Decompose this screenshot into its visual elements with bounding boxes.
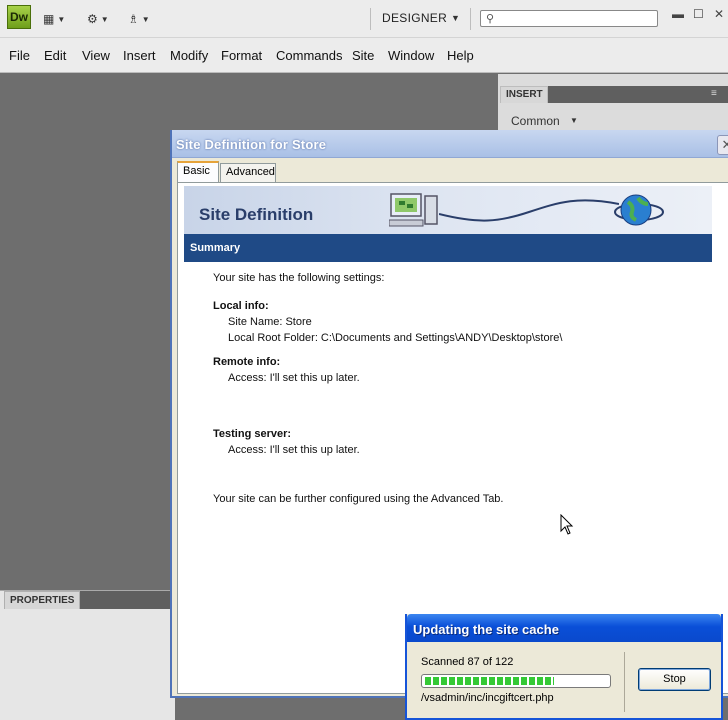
maximize-button[interactable]: ☐ bbox=[693, 7, 704, 21]
layout-icon: ▦ bbox=[43, 12, 55, 26]
progress-bar bbox=[421, 674, 611, 688]
properties-panel-tab[interactable]: PROPERTIES bbox=[4, 591, 80, 609]
testing-access-text: Access: I'll set this up later. bbox=[228, 444, 360, 456]
minimize-button[interactable]: ▬ bbox=[672, 7, 684, 21]
menu-commands[interactable]: Commands bbox=[276, 48, 342, 63]
menu-format[interactable]: Format bbox=[221, 48, 262, 63]
local-root-text: Local Root Folder: C:\Documents and Sett… bbox=[228, 332, 563, 344]
toolbar-divider bbox=[470, 8, 471, 30]
properties-panel-header bbox=[80, 591, 175, 609]
workspace-switcher[interactable]: DESIGNER bbox=[382, 11, 447, 25]
menu-window[interactable]: Window bbox=[388, 48, 434, 63]
search-icon: ⚲ bbox=[486, 13, 495, 25]
chevron-down-icon: ▼ bbox=[57, 14, 66, 24]
insert-category-select[interactable]: Common bbox=[511, 114, 560, 128]
cache-dialog-title: Updating the site cache bbox=[413, 622, 559, 637]
insert-panel-header bbox=[548, 86, 728, 103]
stop-button[interactable]: Stop bbox=[638, 668, 711, 691]
dialog-title: Site Definition for Store bbox=[176, 137, 327, 152]
banner-title: Site Definition bbox=[199, 205, 314, 224]
layout-button[interactable]: ▦ ▼ bbox=[43, 10, 65, 28]
tab-basic[interactable]: Basic bbox=[177, 161, 219, 182]
dreamweaver-logo: Dw bbox=[7, 5, 31, 29]
menu-edit[interactable]: Edit bbox=[44, 48, 66, 63]
menu-view[interactable]: View bbox=[82, 48, 110, 63]
menu-insert[interactable]: Insert bbox=[123, 48, 156, 63]
globe-icon bbox=[614, 194, 664, 226]
menu-modify[interactable]: Modify bbox=[170, 48, 208, 63]
menu-file[interactable]: File bbox=[9, 48, 30, 63]
panel-menu-icon[interactable]: ≡ bbox=[711, 88, 717, 99]
menu-help[interactable]: Help bbox=[447, 48, 474, 63]
chevron-down-icon: ▼ bbox=[141, 14, 150, 24]
mouse-cursor-icon bbox=[560, 514, 574, 535]
site-definition-banner: Site Definition bbox=[184, 186, 712, 234]
toolbar-divider bbox=[370, 8, 371, 30]
menu-site[interactable]: Site bbox=[352, 48, 374, 63]
properties-panel bbox=[0, 590, 175, 720]
site-definition-dialog: Site Definition for Store ✕ Basic Advanc… bbox=[170, 130, 728, 698]
intro-text: Your site has the following settings: bbox=[213, 272, 385, 284]
close-button[interactable]: ✕ bbox=[714, 7, 724, 21]
tab-advanced[interactable]: Advanced bbox=[220, 163, 276, 182]
progress-fill bbox=[425, 677, 555, 685]
summary-header: Summary bbox=[184, 234, 712, 262]
search-input[interactable]: ⚲ bbox=[480, 10, 658, 27]
current-file-text: /vsadmin/inc/incgiftcert.php bbox=[421, 692, 554, 704]
advanced-tab-hint: Your site can be further configured usin… bbox=[213, 493, 504, 505]
local-info-heading: Local info: bbox=[213, 300, 269, 312]
dialog-close-button[interactable]: ✕ bbox=[717, 135, 728, 155]
chevron-down-icon[interactable]: ▼ bbox=[570, 116, 578, 125]
computer-icon bbox=[389, 193, 438, 227]
site-name-text: Site Name: Store bbox=[228, 316, 312, 328]
chevron-down-icon[interactable]: ▼ bbox=[451, 13, 460, 23]
chevron-down-icon: ▼ bbox=[100, 14, 109, 24]
remote-info-heading: Remote info: bbox=[213, 356, 281, 368]
remote-access-text: Access: I'll set this up later. bbox=[228, 372, 360, 384]
gear-icon: ⚙ bbox=[87, 12, 98, 26]
menu-bar: File Edit View Insert Modify Format Comm… bbox=[0, 38, 728, 73]
scan-progress-text: Scanned 87 of 122 bbox=[421, 656, 514, 668]
extend-button[interactable]: ⚙ ▼ bbox=[87, 10, 109, 28]
testing-server-heading: Testing server: bbox=[213, 428, 292, 440]
site-icon: ♗ bbox=[128, 12, 139, 26]
dialog-divider bbox=[624, 652, 625, 712]
site-cache-dialog: Updating the site cache Scanned 87 of 12… bbox=[405, 614, 723, 720]
dialog-titlebar[interactable]: Site Definition for Store ✕ bbox=[172, 130, 728, 158]
cache-dialog-titlebar[interactable]: Updating the site cache bbox=[407, 614, 721, 642]
network-cable-icon bbox=[439, 199, 619, 222]
site-button[interactable]: ♗ ▼ bbox=[128, 10, 150, 28]
insert-panel-tab[interactable]: INSERT bbox=[500, 86, 548, 103]
application-bar: Dw ▦ ▼ ⚙ ▼ ♗ ▼ DESIGNER ▼ ⚲ ▬ ☐ ✕ bbox=[0, 0, 728, 38]
